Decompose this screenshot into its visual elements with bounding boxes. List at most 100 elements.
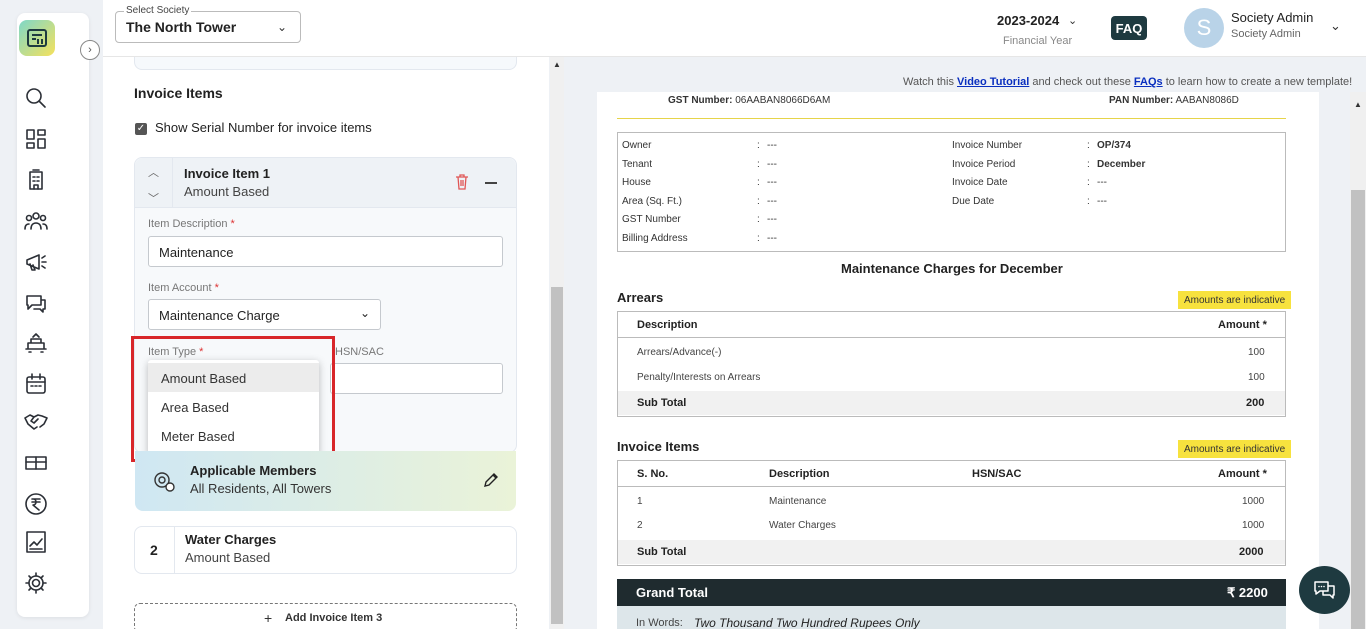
chat-icon [1313, 581, 1335, 599]
announcement-icon[interactable] [22, 248, 50, 276]
amount-in-words-value: Two Thousand Two Hundred Rupees Only [694, 616, 920, 629]
move-up-icon[interactable]: ︿ [148, 164, 159, 180]
society-select-value[interactable]: The North Tower [126, 19, 236, 35]
item-description-input[interactable]: Maintenance [148, 236, 503, 267]
colon: : [1087, 177, 1090, 188]
app-logo[interactable] [19, 20, 55, 56]
dropdown-option[interactable]: Meter Based [148, 421, 319, 450]
left-scrollbar-thumb[interactable] [551, 287, 563, 624]
hsn-input[interactable] [330, 363, 503, 394]
subtotal-label: Sub Total [637, 397, 687, 409]
column-header: Amount * [1218, 319, 1267, 331]
show-serial-checkbox[interactable]: ✓ [135, 123, 147, 135]
members-icon[interactable] [22, 207, 50, 235]
pan-number: PAN Number: AABAN8086D [1109, 95, 1239, 106]
sidebar-collapse-button[interactable]: › [80, 40, 100, 60]
colon: : [757, 233, 760, 244]
faqs-link[interactable]: FAQs [1134, 76, 1163, 88]
colon: : [1087, 196, 1090, 207]
table-cell: 1000 [1242, 496, 1265, 507]
building-icon[interactable] [22, 166, 50, 194]
divider [617, 118, 1286, 119]
table-cell: Maintenance [769, 496, 827, 507]
invoice-item-type: Amount Based [185, 550, 271, 565]
right-scrollbar-thumb[interactable] [1351, 190, 1365, 629]
show-serial-label[interactable]: Show Serial Number for invoice items [155, 120, 372, 135]
previous-section-card [134, 57, 517, 70]
column-header: Description [769, 468, 830, 480]
arrears-title: Arrears [617, 290, 664, 305]
scroll-up-icon[interactable]: ▲ [553, 60, 561, 69]
colon: : [757, 140, 760, 151]
invoice-item-title: Invoice Item 1 [184, 166, 270, 181]
item-description-label: Item Description * [148, 218, 235, 230]
faq-button[interactable]: FAQ [1111, 16, 1147, 40]
info-label: Due Date [952, 196, 995, 207]
indicative-badge: Amounts are indicative [1178, 291, 1292, 309]
dropdown-option[interactable]: Area Based [148, 392, 319, 421]
move-down-icon[interactable]: ﹀ [148, 190, 159, 206]
colon: : [757, 159, 760, 170]
subtotal-label: Sub Total [637, 546, 687, 558]
gift-icon[interactable] [22, 448, 50, 476]
invoice-period-value: December [1097, 159, 1146, 170]
chevron-down-icon[interactable]: ⌄ [1330, 18, 1341, 34]
subtotal-value: 200 [1246, 397, 1265, 409]
financial-year-select[interactable]: 2023-2024 [997, 13, 1059, 28]
settings-icon[interactable] [22, 569, 50, 597]
invoice-item-title: Water Charges [185, 532, 277, 547]
grand-total-row [617, 579, 1286, 606]
rupee-icon[interactable] [22, 490, 50, 518]
info-label: Owner [622, 140, 652, 151]
society-select-label: Select Society [124, 5, 192, 16]
applicable-members-title: Applicable Members [190, 463, 317, 478]
item-account-select[interactable]: Maintenance Charge ⌄ [148, 299, 381, 330]
info-value: --- [767, 177, 777, 188]
edit-icon[interactable] [483, 472, 499, 488]
hsn-label: HSN/SAC [335, 346, 384, 358]
table-cell: 2 [637, 520, 643, 531]
chevron-down-icon[interactable]: ⌄ [1068, 14, 1077, 27]
delete-icon[interactable] [455, 174, 469, 190]
info-label: Invoice Period [952, 159, 1016, 170]
subtotal-value: 2000 [1239, 546, 1264, 558]
info-label: GST Number [622, 214, 681, 225]
info-label: Invoice Date [952, 177, 1008, 188]
item-account-value: Maintenance Charge [159, 308, 280, 323]
table-cell: 1000 [1242, 520, 1265, 531]
table-cell: 100 [1248, 347, 1265, 358]
info-value: --- [767, 233, 777, 244]
indicative-badge: Amounts are indicative [1178, 440, 1292, 458]
video-tutorial-link[interactable]: Video Tutorial [957, 76, 1029, 88]
amenities-icon[interactable] [22, 330, 50, 358]
reports-icon[interactable] [22, 528, 50, 556]
due-date-value: --- [1097, 196, 1107, 207]
invoice-number-value: OP/374 [1097, 140, 1131, 151]
chevron-down-icon: ⌄ [359, 306, 370, 320]
avatar[interactable]: S [1184, 8, 1224, 48]
table-cell: Water Charges [769, 520, 836, 531]
info-label: Invoice Number [952, 140, 1023, 151]
calendar-icon[interactable] [22, 370, 50, 398]
search-icon[interactable] [22, 84, 50, 112]
members-gear-icon [154, 472, 175, 492]
dashboard-icon[interactable] [22, 125, 50, 153]
gst-number: GST Number: 06AABAN8066D6AM [668, 95, 831, 106]
collapse-icon[interactable] [485, 182, 497, 184]
invoice-date-value: --- [1097, 177, 1107, 188]
column-header: S. No. [637, 468, 669, 480]
scroll-up-icon[interactable]: ▲ [1354, 100, 1362, 109]
dropdown-option[interactable]: Amount Based [148, 363, 319, 392]
handshake-icon[interactable] [22, 407, 50, 435]
item-number: 2 [150, 542, 158, 558]
chevron-down-icon[interactable]: ⌄ [277, 20, 287, 34]
table-header [618, 461, 1285, 487]
item-account-label: Item Account * [148, 282, 219, 294]
info-value: --- [767, 214, 777, 225]
chat-icon[interactable] [22, 289, 50, 317]
invoice-items-title: Invoice Items [617, 439, 700, 454]
chat-support-button[interactable] [1299, 566, 1350, 614]
info-value: --- [767, 159, 777, 170]
user-name[interactable]: Society Admin [1231, 10, 1313, 25]
applicable-members-value: All Residents, All Towers [190, 481, 332, 496]
